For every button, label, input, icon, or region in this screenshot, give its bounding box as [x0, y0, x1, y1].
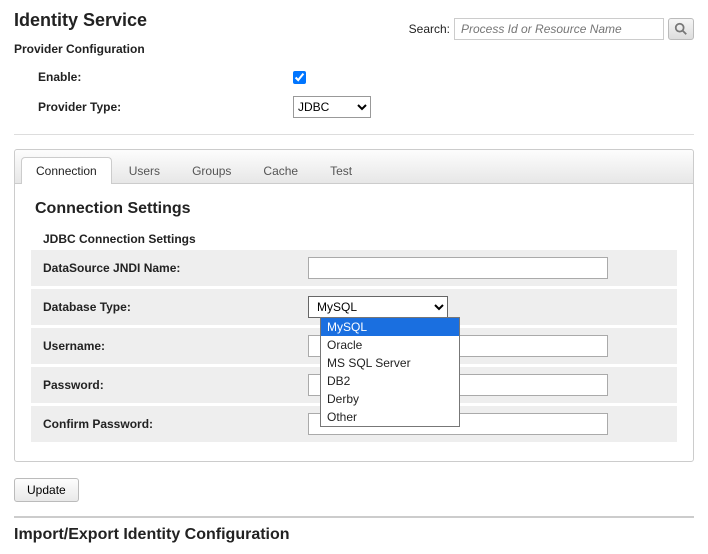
provider-type-label: Provider Type: [38, 100, 293, 114]
dbtype-option-oracle[interactable]: Oracle [321, 336, 459, 354]
enable-checkbox[interactable] [293, 71, 306, 84]
tab-cache[interactable]: Cache [248, 157, 313, 184]
tabs-container: Connection Users Groups Cache Test Conne… [14, 149, 694, 462]
dbtype-option-mysql[interactable]: MySQL [321, 318, 459, 336]
provider-config-subtitle: Provider Configuration [14, 42, 694, 56]
provider-type-row: Provider Type: JDBC [14, 90, 694, 124]
jndi-row: DataSource JNDI Name: [31, 250, 677, 286]
search-area: Search: [409, 18, 694, 40]
password-label: Password: [43, 378, 308, 392]
tab-connection[interactable]: Connection [21, 157, 112, 184]
jndi-label: DataSource JNDI Name: [43, 261, 308, 275]
dbtype-select[interactable]: MySQL [308, 296, 448, 318]
search-input[interactable] [454, 18, 664, 40]
tab-users[interactable]: Users [114, 157, 175, 184]
dbtype-dropdown-list: MySQL Oracle MS SQL Server DB2 Derby Oth… [320, 317, 460, 427]
divider [14, 134, 694, 135]
update-button[interactable]: Update [14, 478, 79, 502]
search-icon [674, 22, 688, 36]
search-label: Search: [409, 22, 450, 36]
enable-row: Enable: [14, 64, 694, 90]
tab-content: Connection Settings JDBC Connection Sett… [15, 184, 693, 461]
enable-label: Enable: [38, 70, 293, 84]
import-export-title: Import/Export Identity Configuration [14, 526, 694, 544]
tab-groups[interactable]: Groups [177, 157, 246, 184]
confirm-password-label: Confirm Password: [43, 417, 308, 431]
dbtype-option-other[interactable]: Other [321, 408, 459, 426]
jdbc-subsection-title: JDBC Connection Settings [43, 232, 677, 246]
tabstrip: Connection Users Groups Cache Test [15, 150, 693, 184]
dbtype-option-mssql[interactable]: MS SQL Server [321, 354, 459, 372]
dbtype-option-derby[interactable]: Derby [321, 390, 459, 408]
dbtype-row: Database Type: MySQL MySQL Oracle MS SQL… [31, 289, 677, 325]
tab-test[interactable]: Test [315, 157, 367, 184]
username-label: Username: [43, 339, 308, 353]
connection-settings-title: Connection Settings [35, 200, 677, 218]
provider-type-select[interactable]: JDBC [293, 96, 371, 118]
dbtype-label: Database Type: [43, 300, 308, 314]
search-button[interactable] [668, 18, 694, 40]
page-title: Identity Service [14, 10, 147, 31]
dbtype-option-db2[interactable]: DB2 [321, 372, 459, 390]
jndi-input[interactable] [308, 257, 608, 279]
